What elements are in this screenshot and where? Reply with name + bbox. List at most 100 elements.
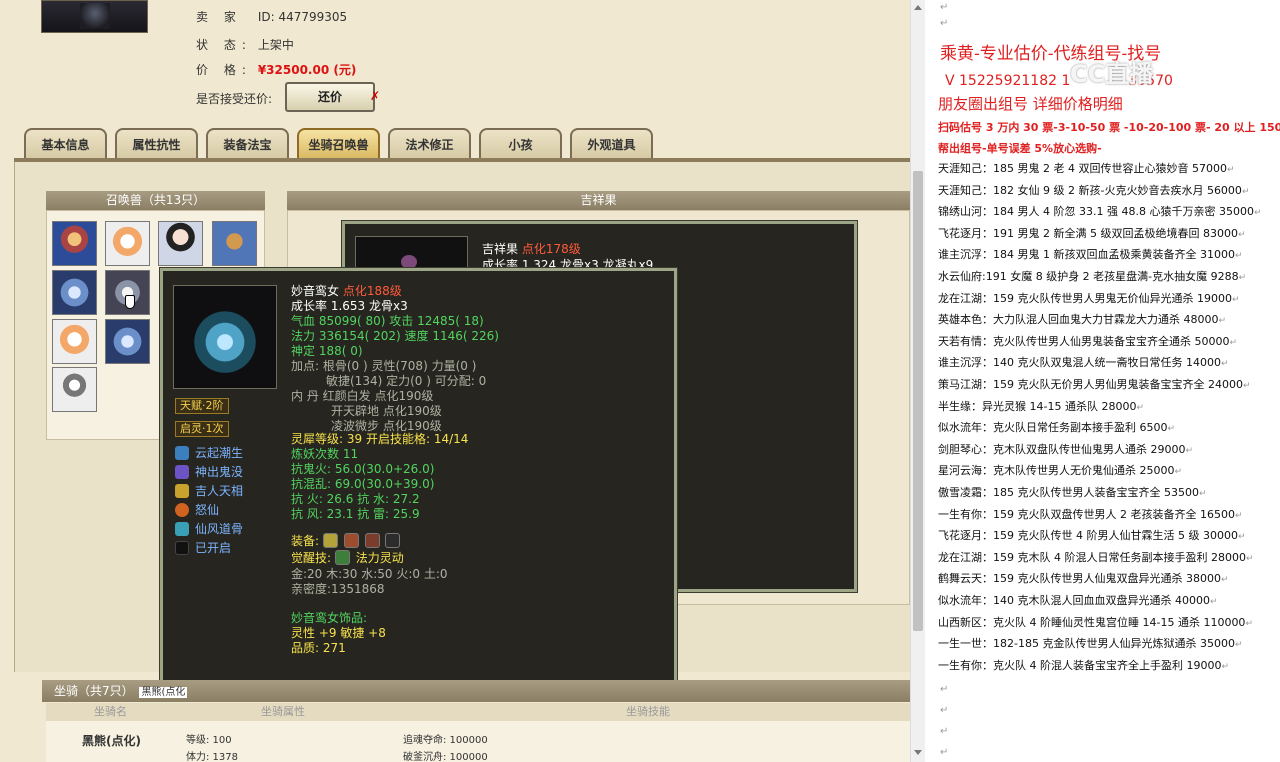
summon-slot[interactable] <box>212 221 257 266</box>
summon-slot[interactable] <box>52 270 97 315</box>
awaken-skill-icon <box>334 550 350 565</box>
paragraph-mark: ↵ <box>1231 295 1240 305</box>
pet-tooltip-miaoyin: 妙音鸾女 点化188级 成长率 1.653 龙骨x3 气血 85099( 80)… <box>159 267 678 697</box>
doc-list-item-text: 谁主沉浮：140 克火队双鬼混人统一斋牧日常任务 14000 <box>938 356 1221 369</box>
pet-name-line: 妙音鸾女 点化188级 <box>291 284 402 299</box>
doc-list-item-text: 剑胆琴心：克木队双盘队传世仙鬼男人通杀 29000 <box>938 443 1186 456</box>
selected-pet-header: 吉祥果 <box>287 191 910 210</box>
paragraph-mark: ↵ <box>1234 640 1243 650</box>
price-label: 价 格: <box>196 63 252 77</box>
mount-skill-2: 破釜沉舟: 100000 <box>403 752 488 762</box>
price-value: ¥32500.00 (元) <box>257 63 357 77</box>
doc-list-item: 天若有情：克火队传世男人仙男鬼装备宝宝齐全通杀 50000↵ <box>938 334 1237 351</box>
paragraph-mark: ↵ <box>1234 251 1243 261</box>
paragraph-mark: ↵ <box>1136 403 1144 413</box>
summon-slot[interactable] <box>158 221 203 266</box>
paragraph-mark: ↵ <box>1238 273 1247 283</box>
vertical-scrollbar[interactable] <box>910 0 925 762</box>
doc-list-item: 天涯知己：182 女仙 9 级 2 新孩-火克火妙音去疾水月 56000↵ <box>938 183 1249 200</box>
tab-attributes[interactable]: 属性抗性 <box>115 128 198 160</box>
paragraph-mark: ↵ <box>1221 662 1230 672</box>
mount-column-headers: 坐骑名 坐骑属性 坐骑技能 <box>46 703 910 721</box>
paragraph-mark: ↵ <box>1209 597 1218 607</box>
lingxi-line: 灵犀等级: 39 开启技能格: 14/14 <box>291 432 468 447</box>
tab-appearance[interactable]: 外观道具 <box>570 128 653 160</box>
skill-name: 怒仙 <box>195 503 220 517</box>
equipment-icon <box>322 533 338 548</box>
doc-list-item-text: 水云仙府:191 女魔 8 级护身 2 老孩星盘满-克水抽女魔 9288 <box>938 270 1239 283</box>
doc-list-item-text: 一生一世：182-185 克金队传世男人仙异光炼狱通杀 35000 <box>938 637 1235 650</box>
status-row: 状 态: 上架中 <box>196 36 294 53</box>
pet-mp-speed: 法力 336154( 202) 速度 1146( 226) <box>291 329 499 343</box>
skill-name: 已开启 <box>195 541 232 555</box>
col-mount-attrs: 坐骑属性 <box>261 705 305 718</box>
paragraph-mark: ↵ <box>1234 511 1243 521</box>
doc-list-item: 谁主沉浮：140 克火队双鬼混人统一斋牧日常任务 14000↵ <box>938 355 1229 372</box>
doc-list-item: 剑胆琴心：克木队双盘队传世仙鬼男人通杀 29000↵ <box>938 442 1193 459</box>
scroll-up-icon[interactable] <box>914 5 922 10</box>
doc-list-item-text: 策马江湖：159 克火队无价男人男仙男鬼装备宝宝齐全 24000 <box>938 378 1243 391</box>
doc-list-item-text: 龙在江湖：159 克木队 4 阶混人日常任务副本接手盈利 28000 <box>938 551 1246 564</box>
counter-offer-button[interactable]: 还价 <box>285 82 375 112</box>
skill-row: 怒仙 <box>175 502 219 518</box>
summon-slot[interactable] <box>105 221 150 266</box>
mount-section-header: 坐骑（共7只） 黑熊(点化 <box>42 680 910 702</box>
col-mount-skills: 坐骑技能 <box>626 705 670 718</box>
game-listing-page: 卖 家 ID: 447799305 状 态: 上架中 价 格: ¥32500.0… <box>0 0 910 762</box>
paragraph-mark: ↵ <box>1245 619 1253 629</box>
paragraph-mark: ↵ <box>940 2 949 13</box>
paragraph-mark: ↵ <box>1253 208 1262 218</box>
summon-slot[interactable] <box>52 221 97 266</box>
tab-spell-correction[interactable]: 法术修正 <box>388 128 471 160</box>
awaken-line: 觉醒技: 法力灵动 <box>291 550 404 566</box>
intimacy: 亲密度:1351868 <box>291 582 385 596</box>
pet-name: 吉祥果 <box>482 242 519 256</box>
paragraph-mark: ↵ <box>1185 446 1194 456</box>
summon-slot[interactable] <box>52 319 97 364</box>
paragraph-mark: ↵ <box>1229 338 1238 348</box>
doc-list-item-text: 似水流年：140 克木队混人回血血双盘异光通杀 40000 <box>938 594 1210 607</box>
equip-line: 装备: <box>291 533 402 549</box>
talent-badge: 天赋·2阶 <box>175 398 229 414</box>
tab-equipment[interactable]: 装备法宝 <box>206 128 289 160</box>
scroll-down-icon[interactable] <box>914 750 922 755</box>
pet-points-2: 敏捷(134) 定力(0 ) 可分配: 0 <box>326 374 487 388</box>
mount-skill-1: 追魂夺命: 100000 <box>403 735 488 746</box>
paragraph-mark: ↵ <box>1242 381 1251 391</box>
doc-list-item: 一生有你：159 克火队双盘传世男人 2 老孩装备齐全 16500↵ <box>938 507 1243 524</box>
tab-basic-info[interactable]: 基本信息 <box>24 128 107 160</box>
paragraph-mark: ↵ <box>1245 554 1254 564</box>
seller-row: 卖 家 ID: 447799305 <box>196 8 347 25</box>
ornament-title: 妙音鸾女饰品: <box>291 611 368 625</box>
equipment-icon <box>364 533 380 548</box>
status-label: 状 态: <box>196 38 252 52</box>
watermark-logo: CC直播 <box>1070 60 1154 88</box>
resist-fire-water: 抗 火: 26.6 抗 水: 27.2 <box>291 492 420 506</box>
paragraph-mark: ↵ <box>1237 230 1246 240</box>
doc-list-item-text: 傲雪凌霜：185 克火队传世男人装备宝宝齐全 53500 <box>938 486 1199 499</box>
doc-list-item: 水云仙府:191 女魔 8 级护身 2 老孩星盘满-克水抽女魔 9288↵ <box>938 269 1246 286</box>
skill-name: 仙风道骨 <box>195 522 244 536</box>
resist-ghostfire: 抗鬼火: 56.0(30.0+26.0) <box>291 462 435 476</box>
tab-children[interactable]: 小孩 <box>479 128 562 160</box>
doc-list-item-text: 英雄本色：大力队混人回血鬼大力甘霖龙大力通杀 48000 <box>938 313 1219 326</box>
summon-slot[interactable] <box>52 367 97 412</box>
doc-list-item-text: 飞花逐月：191 男鬼 2 新全满 5 级双回孟极绝境春回 83000 <box>938 227 1238 240</box>
pet-growth: 成长率 1.653 龙骨x3 <box>291 299 408 313</box>
doc-list-item-text: 星河云海：克木队传世男人无价鬼仙通杀 25000 <box>938 464 1175 477</box>
mount-row: 黑熊(点化) 等级: 100 体力: 1378 追魂夺命: 100000 破釜沉… <box>46 721 910 762</box>
equip-label: 装备: <box>291 534 320 548</box>
doc-list-item: 锦绣山河：184 男人 4 阶忽 33.1 强 48.8 心猿千万亲密 3500… <box>938 204 1262 221</box>
tab-mounts-summons[interactable]: 坐骑召唤兽 <box>297 128 380 160</box>
skill-row: 云起潮生 <box>175 445 243 461</box>
doc-list-item: 一生有你：克火队 4 阶混人装备宝宝齐全上手盈利 19000↵ <box>938 658 1229 675</box>
pet-neidan-1: 内 丹 红颜白发 点化190级 <box>291 389 434 403</box>
scrollbar-thumb[interactable] <box>913 171 923 631</box>
summon-slot[interactable] <box>105 319 150 364</box>
character-portrait <box>41 0 148 33</box>
pet-level: 点化188级 <box>342 284 402 298</box>
doc-list-item: 龙在江湖：159 克木队 4 阶混人日常任务副本接手盈利 28000↵ <box>938 550 1254 567</box>
doc-list-item: 似水流年：140 克木队混人回血血双盘异光通杀 40000↵ <box>938 593 1218 610</box>
skill-name: 吉人天相 <box>195 484 244 498</box>
paragraph-mark: ↵ <box>940 684 949 695</box>
